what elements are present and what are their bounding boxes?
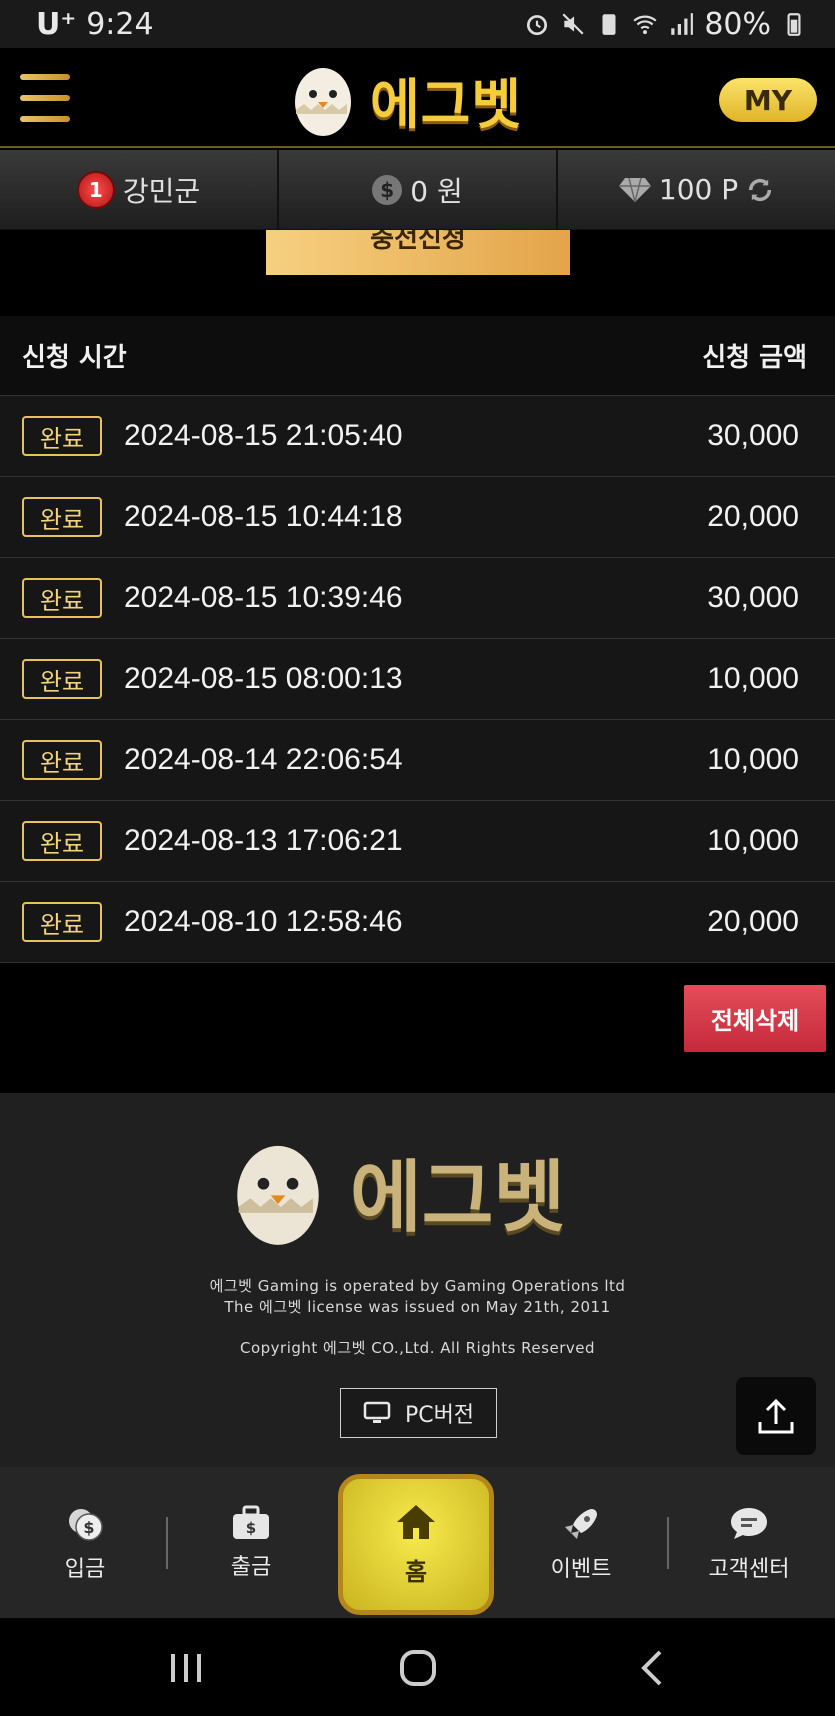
request-datetime: 2024-08-13 17:06:21 xyxy=(124,824,403,857)
request-amount: 10,000 xyxy=(707,662,799,695)
points-cell[interactable]: 100 P xyxy=(558,150,835,229)
request-amount: 30,000 xyxy=(707,581,799,614)
home-icon xyxy=(397,1505,435,1539)
site-logo[interactable]: 에그벳 xyxy=(290,56,522,142)
request-amount: 20,000 xyxy=(707,500,799,533)
nav-deposit-label: 입금 xyxy=(64,1557,106,1582)
battery-saver-icon xyxy=(602,14,616,35)
charge-request-button[interactable]: 충전신청 xyxy=(266,230,570,275)
level-badge-icon: 1 xyxy=(76,170,115,209)
points-value: 100 P xyxy=(658,173,739,206)
table-row: 완료 2024-08-13 17:06:21 10,000 xyxy=(0,801,835,882)
request-history-table: 신청 시간 신청 금액 완료 2024-08-15 21:05:40 30,000 완… xyxy=(0,316,835,963)
recent-apps-icon[interactable] xyxy=(166,1648,206,1688)
mute-icon xyxy=(562,13,584,35)
table-row: 완료 2024-08-15 21:05:40 30,000 xyxy=(0,396,835,477)
nav-withdraw-label: 출금 xyxy=(230,1555,272,1580)
column-header-amount: 신청 금액 xyxy=(702,343,807,373)
delete-all-button[interactable]: 전체삭제 xyxy=(684,985,826,1052)
column-header-time: 신청 시간 xyxy=(22,343,127,373)
nav-withdraw[interactable]: $ 출금 xyxy=(196,1505,306,1581)
status-badge: 완료 xyxy=(22,740,102,780)
table-row: 완료 2024-08-10 12:58:46 20,000 xyxy=(0,882,835,963)
request-amount: 10,000 xyxy=(707,743,799,776)
status-icons: 80% xyxy=(524,7,807,42)
coins-icon: $ xyxy=(69,1509,103,1541)
request-amount: 20,000 xyxy=(707,905,799,938)
signal-icon xyxy=(671,13,694,35)
table-row: 완료 2024-08-14 22:06:54 10,000 xyxy=(0,720,835,801)
status-time: 9:24 xyxy=(86,6,154,42)
request-datetime: 2024-08-15 10:39:46 xyxy=(124,581,403,614)
android-navigation-bar xyxy=(0,1618,835,1716)
app-header: 에그벳 MY xyxy=(0,48,835,148)
battery-icon xyxy=(787,13,801,36)
battery-percent: 80% xyxy=(704,6,771,42)
nav-support[interactable]: 고객센터 xyxy=(694,1505,804,1583)
home-circle-icon[interactable] xyxy=(398,1648,438,1688)
request-amount: 30,000 xyxy=(707,419,799,452)
status-badge: 완료 xyxy=(22,497,102,537)
pc-version-button[interactable]: PC버전 xyxy=(340,1388,497,1438)
table-header: 신청 시간 신청 금액 xyxy=(0,316,835,396)
wifi-icon xyxy=(633,15,657,35)
pc-version-label: PC버전 xyxy=(404,1403,475,1428)
request-datetime: 2024-08-14 22:06:54 xyxy=(124,743,403,776)
charge-request-label: 충전신청 xyxy=(370,230,466,254)
balance-value: 0 원 xyxy=(410,174,463,208)
nav-event-label: 이벤트 xyxy=(550,1557,612,1582)
user-profile[interactable]: 1 강민군 xyxy=(0,150,279,229)
chat-bubble-icon xyxy=(731,1508,767,1539)
nav-event[interactable]: 이벤트 xyxy=(526,1505,636,1583)
my-button[interactable]: MY xyxy=(719,78,817,122)
footer-logo: 에그벳 xyxy=(230,1131,565,1251)
table-row: 완료 2024-08-15 10:44:18 20,000 xyxy=(0,477,835,558)
upload-arrow-icon xyxy=(758,1398,794,1434)
footer-license-text: The 에그벳 license was issued on May 21th, … xyxy=(224,1298,611,1316)
egg-chick-icon xyxy=(237,1145,319,1245)
nav-home-button[interactable]: 홈 xyxy=(338,1474,494,1615)
status-badge: 완료 xyxy=(22,902,102,942)
footer-copyright: Copyright 에그벳 CO.,Ltd. All Rights Reserv… xyxy=(240,1339,595,1357)
nav-deposit[interactable]: $ 입금 xyxy=(30,1505,140,1583)
request-datetime: 2024-08-10 12:58:46 xyxy=(124,905,403,938)
back-icon[interactable] xyxy=(634,1648,674,1688)
egg-chick-icon xyxy=(295,68,351,136)
dollar-coin-icon: $ xyxy=(372,174,403,205)
svg-text:$: $ xyxy=(83,1518,94,1537)
balance-cell: $ 0 원 xyxy=(279,150,558,229)
refresh-icon[interactable] xyxy=(746,176,774,204)
scroll-top-button[interactable] xyxy=(736,1377,816,1455)
status-badge: 완료 xyxy=(22,821,102,861)
status-bar: U⁺ 9:24 80% xyxy=(0,0,835,48)
status-badge: 완료 xyxy=(22,659,102,699)
footer-operator-text: 에그벳 Gaming is operated by Gaming Operati… xyxy=(209,1277,626,1295)
request-datetime: 2024-08-15 08:00:13 xyxy=(124,662,403,695)
nav-home-label: 홈 xyxy=(404,1558,428,1586)
monitor-icon xyxy=(363,1401,391,1423)
carrier-label: U⁺ xyxy=(36,6,77,42)
request-amount: 10,000 xyxy=(707,824,799,857)
status-badge: 완료 xyxy=(22,416,102,456)
alarm-icon xyxy=(527,15,548,36)
request-datetime: 2024-08-15 21:05:40 xyxy=(124,419,403,452)
rocket-icon xyxy=(565,1509,597,1539)
hamburger-menu-icon[interactable] xyxy=(20,74,70,122)
request-datetime: 2024-08-15 10:44:18 xyxy=(124,500,403,533)
footer-logo-text: 에그벳 xyxy=(350,1153,566,1243)
table-row: 완료 2024-08-15 08:00:13 10,000 xyxy=(0,639,835,720)
table-row: 완료 2024-08-15 10:39:46 30,000 xyxy=(0,558,835,639)
nav-support-label: 고객센터 xyxy=(708,1557,790,1582)
diamond-icon xyxy=(618,177,651,202)
svg-text:$: $ xyxy=(246,1519,256,1537)
username: 강민군 xyxy=(122,174,201,208)
user-info-bar: 1 강민군 $ 0 원 100 P xyxy=(0,150,835,230)
status-badge: 완료 xyxy=(22,578,102,618)
briefcase-icon: $ xyxy=(233,1505,269,1539)
logo-text: 에그벳 xyxy=(370,72,523,136)
